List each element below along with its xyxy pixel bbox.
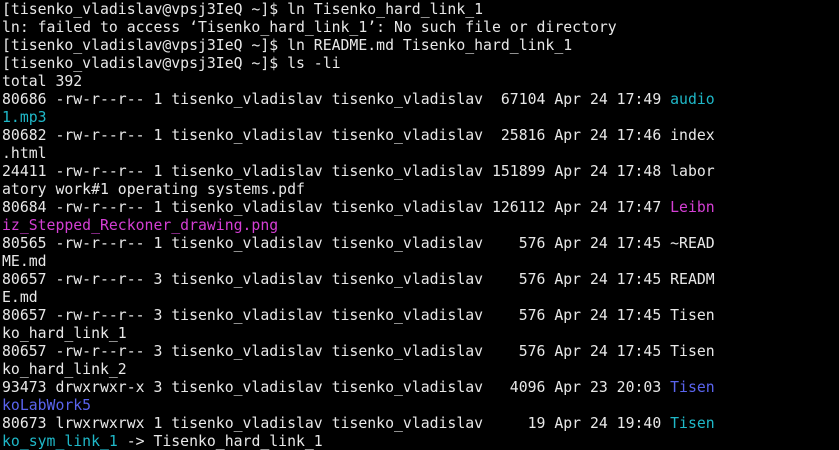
terminal-line: 93473 drwxrwxr-x 3 tisenko_vladislav tis… (2, 379, 839, 397)
terminal-text-segment: 93473 drwxrwxr-x 3 tisenko_vladislav tis… (2, 379, 671, 396)
terminal-line: 1.mp3 (2, 109, 839, 127)
terminal-line: ko_hard_link_1 (2, 325, 839, 343)
terminal-line: atory work#1 operating systems.pdf (2, 181, 839, 199)
terminal-window[interactable]: [tisenko_vladislav@vpsj3IeQ ~]$ ln Tisen… (0, 0, 839, 450)
terminal-text-segment: ME.md (2, 253, 47, 270)
terminal-text-segment: E.md (2, 289, 38, 306)
terminal-text-segment: -> Tisenko_hard_link_1 (117, 433, 323, 450)
terminal-text-segment: 80565 -rw-r--r-- 1 tisenko_vladislav tis… (2, 235, 715, 252)
terminal-text-segment: [tisenko_vladislav@vpsj3IeQ ~]$ ln Tisen… (2, 1, 484, 18)
terminal-text-segment: 80682 -rw-r--r-- 1 tisenko_vladislav tis… (2, 127, 715, 144)
terminal-line: ln: failed to access ‘Tisenko_hard_link_… (2, 19, 839, 37)
terminal-line: 80657 -rw-r--r-- 3 tisenko_vladislav tis… (2, 307, 839, 325)
terminal-line: 80684 -rw-r--r-- 1 tisenko_vladislav tis… (2, 199, 839, 217)
terminal-line: E.md (2, 289, 839, 307)
terminal-line: ME.md (2, 253, 839, 271)
terminal-text-segment: 80673 lrwxrwxrwx 1 tisenko_vladislav tis… (2, 415, 671, 432)
terminal-line: 80565 -rw-r--r-- 1 tisenko_vladislav tis… (2, 235, 839, 253)
terminal-text-segment: .html (2, 145, 47, 162)
terminal-line: total 392 (2, 73, 839, 91)
terminal-text-segment: 80686 -rw-r--r-- 1 tisenko_vladislav tis… (2, 91, 671, 108)
terminal-text-segment: [tisenko_vladislav@vpsj3IeQ ~]$ ln READM… (2, 37, 573, 54)
terminal-text-segment: 80657 -rw-r--r-- 3 tisenko_vladislav tis… (2, 307, 715, 324)
terminal-text-segment: 24411 -rw-r--r-- 1 tisenko_vladislav tis… (2, 163, 715, 180)
terminal-line: [tisenko_vladislav@vpsj3IeQ ~]$ ln Tisen… (2, 1, 839, 19)
terminal-text-segment: 80657 -rw-r--r-- 3 tisenko_vladislav tis… (2, 271, 715, 288)
terminal-text-segment: Tisen (670, 415, 715, 432)
terminal-line: koLabWork5 (2, 397, 839, 415)
terminal-line: 80686 -rw-r--r-- 1 tisenko_vladislav tis… (2, 91, 839, 109)
terminal-text-segment: [tisenko_vladislav@vpsj3IeQ ~]$ ls -li (2, 55, 341, 72)
terminal-text-segment: ln: failed to access ‘Tisenko_hard_link_… (2, 19, 617, 36)
terminal-text-segment: iz_Stepped_Reckoner_drawing.png (2, 217, 279, 234)
terminal-line: 24411 -rw-r--r-- 1 tisenko_vladislav tis… (2, 163, 839, 181)
terminal-line: [tisenko_vladislav@vpsj3IeQ ~]$ ls -li (2, 55, 839, 73)
terminal-line: iz_Stepped_Reckoner_drawing.png (2, 217, 839, 235)
terminal-text-segment: Tisen (670, 379, 715, 396)
terminal-line: ko_sym_link_1 -> Tisenko_hard_link_1 (2, 433, 839, 450)
terminal-line: 80673 lrwxrwxrwx 1 tisenko_vladislav tis… (2, 415, 839, 433)
terminal-text-segment: Leibn (670, 199, 715, 216)
terminal-text-segment: koLabWork5 (2, 397, 92, 414)
terminal-text-segment: atory work#1 operating systems.pdf (2, 181, 305, 198)
terminal-text-segment: total 392 (2, 73, 83, 90)
terminal-text-segment: ko_hard_link_1 (2, 325, 127, 342)
terminal-line: .html (2, 145, 839, 163)
terminal-line: 80657 -rw-r--r-- 3 tisenko_vladislav tis… (2, 343, 839, 361)
terminal-text-segment: audio (670, 91, 715, 108)
terminal-line: 80657 -rw-r--r-- 3 tisenko_vladislav tis… (2, 271, 839, 289)
terminal-text-segment: 80657 -rw-r--r-- 3 tisenko_vladislav tis… (2, 343, 715, 360)
terminal-text-segment: 80684 -rw-r--r-- 1 tisenko_vladislav tis… (2, 199, 671, 216)
terminal-text-segment: ko_hard_link_2 (2, 361, 127, 378)
terminal-line: [tisenko_vladislav@vpsj3IeQ ~]$ ln READM… (2, 37, 839, 55)
terminal-line: ko_hard_link_2 (2, 361, 839, 379)
terminal-line: 80682 -rw-r--r-- 1 tisenko_vladislav tis… (2, 127, 839, 145)
terminal-text-segment: 1.mp3 (2, 109, 47, 126)
terminal-text-segment: ko_sym_link_1 (2, 433, 118, 450)
